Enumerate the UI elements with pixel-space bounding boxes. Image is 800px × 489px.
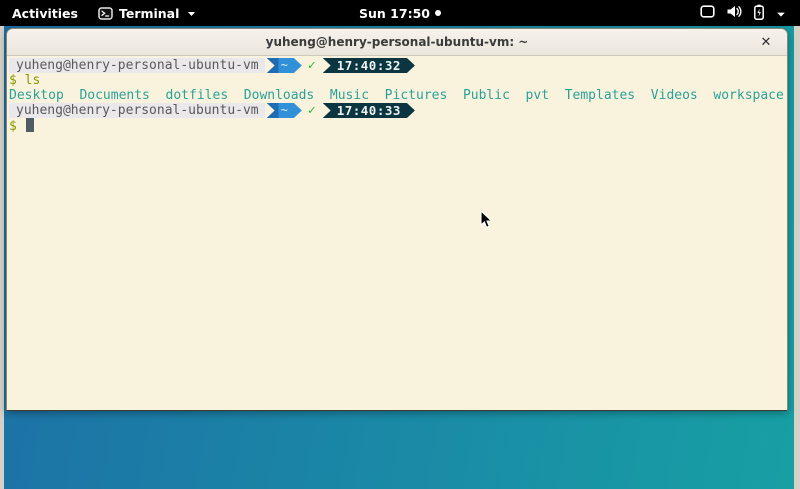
battery-charging-icon: [753, 4, 765, 23]
input-line: $: [9, 118, 787, 133]
activities-button[interactable]: Activities: [0, 0, 90, 26]
prompt-time-badge: 17:40:32: [323, 58, 415, 73]
close-button[interactable]: ✕: [754, 29, 778, 56]
window-title: yuheng@henry-personal-ubuntu-vm: ~: [266, 35, 529, 49]
prompt-symbol: $: [9, 119, 17, 134]
volume-icon: [726, 5, 742, 21]
prompt-status-check-icon: ✓: [308, 58, 316, 73]
screen-icon: [700, 5, 715, 21]
prompt-line-2: yuheng@henry-personal-ubuntu-vm ~ ✓ 17:4…: [9, 103, 787, 118]
prompt-symbol: $: [9, 73, 17, 88]
command-line: $ ls: [9, 73, 787, 88]
clock-label: Sun 17:50: [359, 6, 430, 21]
window-titlebar[interactable]: yuheng@henry-personal-ubuntu-vm: ~ ✕: [7, 29, 787, 56]
prompt-time-badge: 17:40:33: [323, 103, 415, 118]
ls-output-line: Desktop Documents dotfiles Downloads Mus…: [9, 88, 787, 103]
prompt-line-1: yuheng@henry-personal-ubuntu-vm ~ ✓ 17:4…: [9, 58, 787, 73]
terminal-icon: [98, 7, 113, 20]
text-cursor: [26, 118, 34, 132]
chevron-down-icon: [776, 6, 786, 21]
prompt-user-host: yuheng@henry-personal-ubuntu-vm: [9, 103, 265, 118]
prompt-user-host: yuheng@henry-personal-ubuntu-vm: [9, 58, 265, 73]
top-bar: Activities Terminal Sun 17:50: [0, 0, 800, 26]
system-status-menu[interactable]: [694, 0, 792, 26]
chevron-down-icon: [187, 10, 196, 17]
prompt-status-check-icon: ✓: [308, 103, 316, 118]
activities-label: Activities: [12, 6, 78, 21]
clock-button[interactable]: Sun 17:50: [359, 0, 441, 26]
screen-edge-left: [0, 26, 4, 489]
terminal-content[interactable]: yuheng@henry-personal-ubuntu-vm ~ ✓ 17:4…: [7, 57, 787, 410]
terminal-window: yuheng@henry-personal-ubuntu-vm: ~ ✕ yuh…: [6, 28, 788, 411]
notification-dot-icon: [435, 10, 441, 16]
prompt-cwd-badge: ~: [267, 58, 302, 73]
prompt-cwd-badge: ~: [267, 103, 302, 118]
screen-edge-right: [794, 26, 800, 489]
command-text: ls: [25, 73, 41, 88]
app-menu-terminal[interactable]: Terminal: [90, 0, 204, 26]
app-menu-label: Terminal: [119, 6, 179, 21]
